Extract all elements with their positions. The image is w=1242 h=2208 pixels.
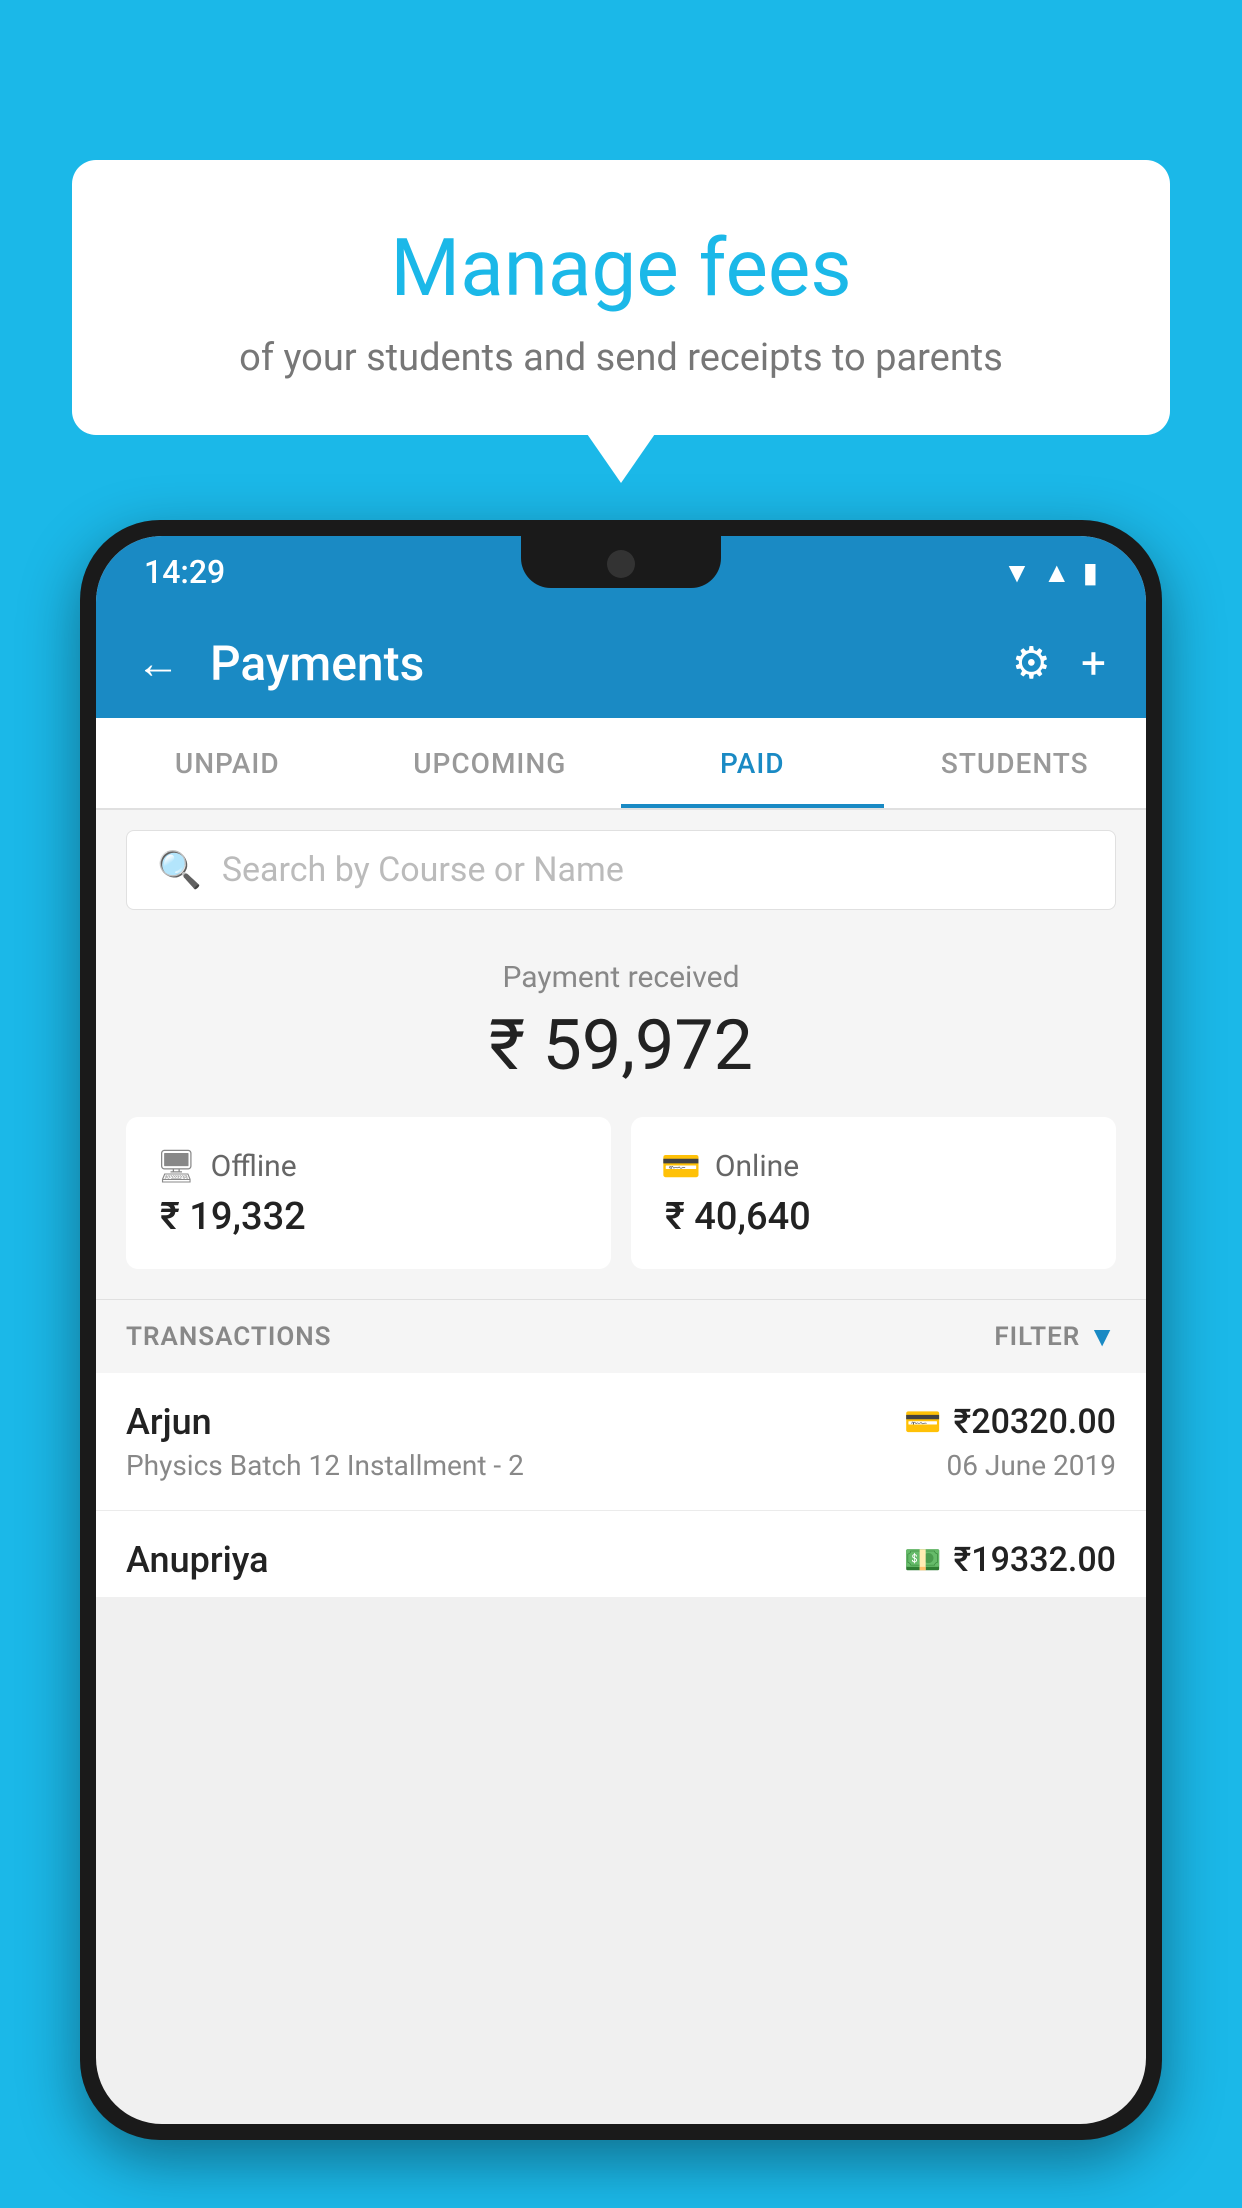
tabs-container: UNPAID UPCOMING PAID STUDENTS — [96, 718, 1146, 810]
tab-upcoming[interactable]: UPCOMING — [359, 718, 622, 808]
table-row[interactable]: Arjun 💳 ₹20320.00 Physics Batch 12 Insta… — [96, 1373, 1146, 1511]
transaction-amount-container: 💳 ₹20320.00 — [904, 1402, 1116, 1442]
phone-frame: 14:29 ▼ ▲ ▮ ← Payments ⚙ + UNPAID — [80, 520, 1162, 2140]
transaction-amount-2: ₹19332.00 — [954, 1540, 1116, 1580]
online-card-header: 💳 Online — [661, 1147, 1086, 1185]
transaction-amount-container-2: 💵 ₹19332.00 — [904, 1540, 1116, 1580]
signal-icon: ▲ — [1043, 556, 1071, 589]
online-amount: ₹ 40,640 — [661, 1195, 1086, 1239]
payment-received-label: Payment received — [126, 960, 1116, 995]
plus-icon[interactable]: + — [1081, 637, 1106, 689]
transaction-bottom: Physics Batch 12 Installment - 2 06 June… — [126, 1449, 1116, 1482]
back-button[interactable]: ← — [136, 637, 180, 689]
tab-students[interactable]: STUDENTS — [884, 718, 1147, 808]
transaction-date: 06 June 2019 — [946, 1449, 1116, 1482]
transaction-top-2: Anupriya 💵 ₹19332.00 — [126, 1539, 1116, 1581]
tab-unpaid[interactable]: UNPAID — [96, 718, 359, 808]
bubble-title: Manage fees — [132, 220, 1110, 316]
online-label: Online — [715, 1149, 799, 1184]
transaction-name: Arjun — [126, 1401, 212, 1443]
speech-bubble: Manage fees of your students and send re… — [72, 160, 1170, 435]
battery-icon: ▮ — [1083, 556, 1098, 589]
offline-label: Offline — [211, 1149, 297, 1184]
offline-card-header: 🖥 Offline — [156, 1147, 581, 1185]
header-icons: ⚙ + — [1012, 637, 1106, 689]
phone-container: 14:29 ▼ ▲ ▮ ← Payments ⚙ + UNPAID — [80, 520, 1162, 2208]
status-time: 14:29 — [144, 553, 225, 591]
status-icons: ▼ ▲ ▮ — [1003, 556, 1098, 589]
transaction-name-2: Anupriya — [126, 1539, 269, 1581]
transaction-amount: ₹20320.00 — [954, 1402, 1116, 1442]
page-title: Payments — [210, 635, 982, 692]
search-bar[interactable]: 🔍 Search by Course or Name — [126, 830, 1116, 910]
wifi-icon: ▼ — [1003, 556, 1031, 589]
payment-cards: 🖥 Offline ₹ 19,332 💳 Online ₹ 40,640 — [96, 1117, 1146, 1299]
search-container: 🔍 Search by Course or Name — [96, 810, 1146, 930]
search-icon: 🔍 — [157, 849, 202, 891]
tab-paid[interactable]: PAID — [621, 718, 884, 808]
transaction-course: Physics Batch 12 Installment - 2 — [126, 1449, 524, 1482]
transaction-top: Arjun 💳 ₹20320.00 — [126, 1401, 1116, 1443]
online-card: 💳 Online ₹ 40,640 — [631, 1117, 1116, 1269]
offline-amount: ₹ 19,332 — [156, 1195, 581, 1239]
filter-label: FILTER — [994, 1322, 1080, 1352]
offline-card: 🖥 Offline ₹ 19,332 — [126, 1117, 611, 1269]
transactions-label: TRANSACTIONS — [126, 1322, 332, 1352]
app-header: ← Payments ⚙ + — [96, 608, 1146, 718]
transaction-cash-icon: 💵 — [904, 1543, 941, 1578]
phone-screen: 14:29 ▼ ▲ ▮ ← Payments ⚙ + UNPAID — [96, 536, 1146, 2124]
transactions-header: TRANSACTIONS FILTER ▼ — [96, 1299, 1146, 1373]
bubble-subtitle: of your students and send receipts to pa… — [132, 336, 1110, 380]
filter-container[interactable]: FILTER ▼ — [994, 1320, 1116, 1353]
payment-summary: Payment received ₹ 59,972 — [96, 930, 1146, 1117]
payment-amount: ₹ 59,972 — [126, 1005, 1116, 1087]
search-placeholder-text: Search by Course or Name — [222, 850, 624, 890]
speech-bubble-container: Manage fees of your students and send re… — [72, 160, 1170, 435]
filter-icon: ▼ — [1088, 1320, 1116, 1353]
table-row[interactable]: Anupriya 💵 ₹19332.00 — [96, 1511, 1146, 1597]
phone-camera — [607, 550, 635, 578]
transaction-card-icon: 💳 — [904, 1405, 941, 1440]
gear-icon[interactable]: ⚙ — [1012, 637, 1051, 689]
offline-icon: 🖥 — [156, 1147, 197, 1185]
online-icon: 💳 — [661, 1147, 701, 1185]
